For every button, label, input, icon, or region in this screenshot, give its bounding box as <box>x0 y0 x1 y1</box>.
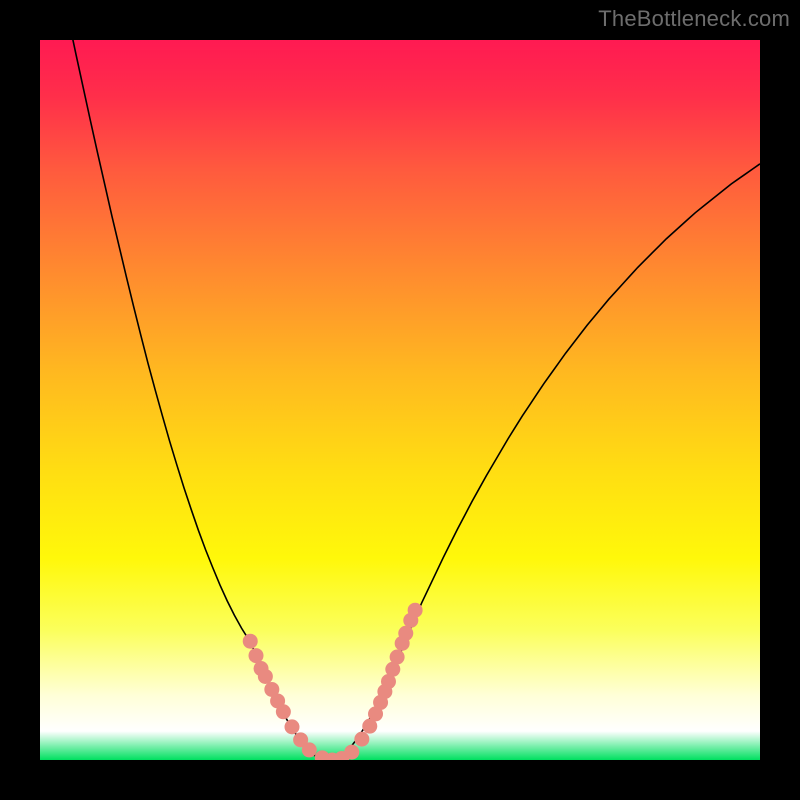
data-point <box>285 719 300 734</box>
data-point <box>276 704 291 719</box>
data-point <box>344 745 359 760</box>
data-point <box>390 650 405 665</box>
observed-points-group <box>243 603 423 760</box>
data-point <box>398 626 413 641</box>
data-point <box>243 634 258 649</box>
plot-area <box>40 40 760 760</box>
curve-svg <box>40 40 760 760</box>
data-point <box>302 742 317 757</box>
data-point <box>258 669 273 684</box>
data-point <box>408 603 423 618</box>
data-point <box>354 732 369 747</box>
data-point <box>249 648 264 663</box>
chart-frame: TheBottleneck.com <box>0 0 800 800</box>
watermark-text: TheBottleneck.com <box>598 6 790 32</box>
